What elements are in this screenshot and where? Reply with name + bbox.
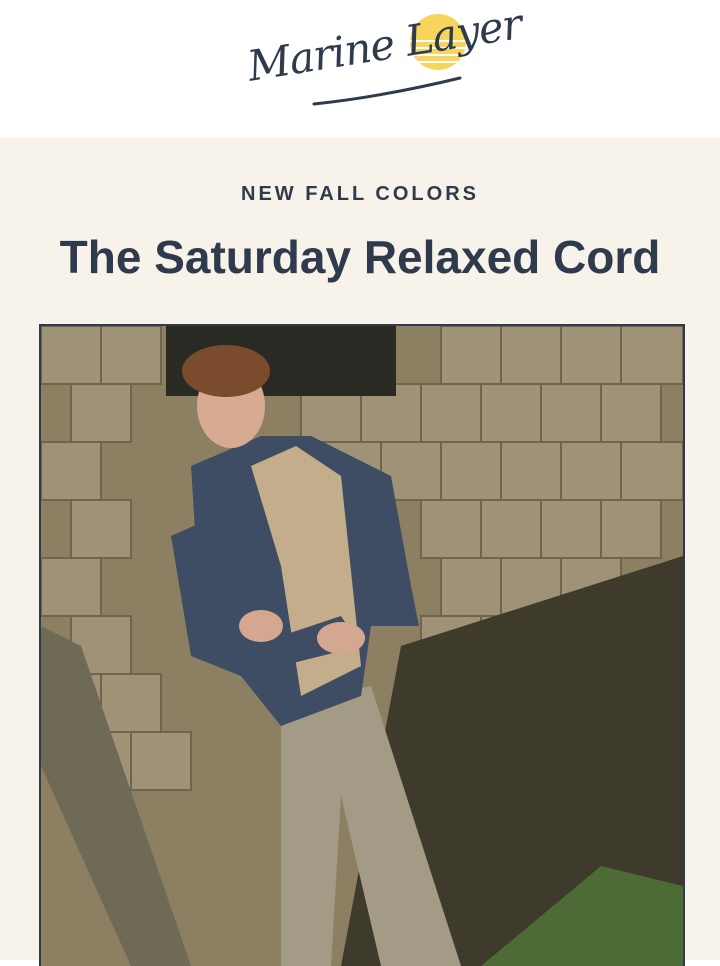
model-photo[interactable]	[39, 324, 685, 966]
hero-section: NEW FALL COLORS The Saturday Relaxed Cor…	[0, 138, 720, 966]
hero-title[interactable]: The Saturday Relaxed Cord	[0, 230, 720, 284]
logo-underline-icon	[312, 76, 462, 106]
hair	[182, 345, 270, 397]
brand-logo[interactable]: Marine Layer	[244, 0, 525, 124]
email-header: Marine Layer	[0, 0, 720, 138]
eyebrow-text: NEW FALL COLORS	[241, 183, 479, 205]
photo-illustration	[41, 326, 683, 966]
hand-right	[317, 622, 365, 654]
hand	[239, 610, 283, 642]
